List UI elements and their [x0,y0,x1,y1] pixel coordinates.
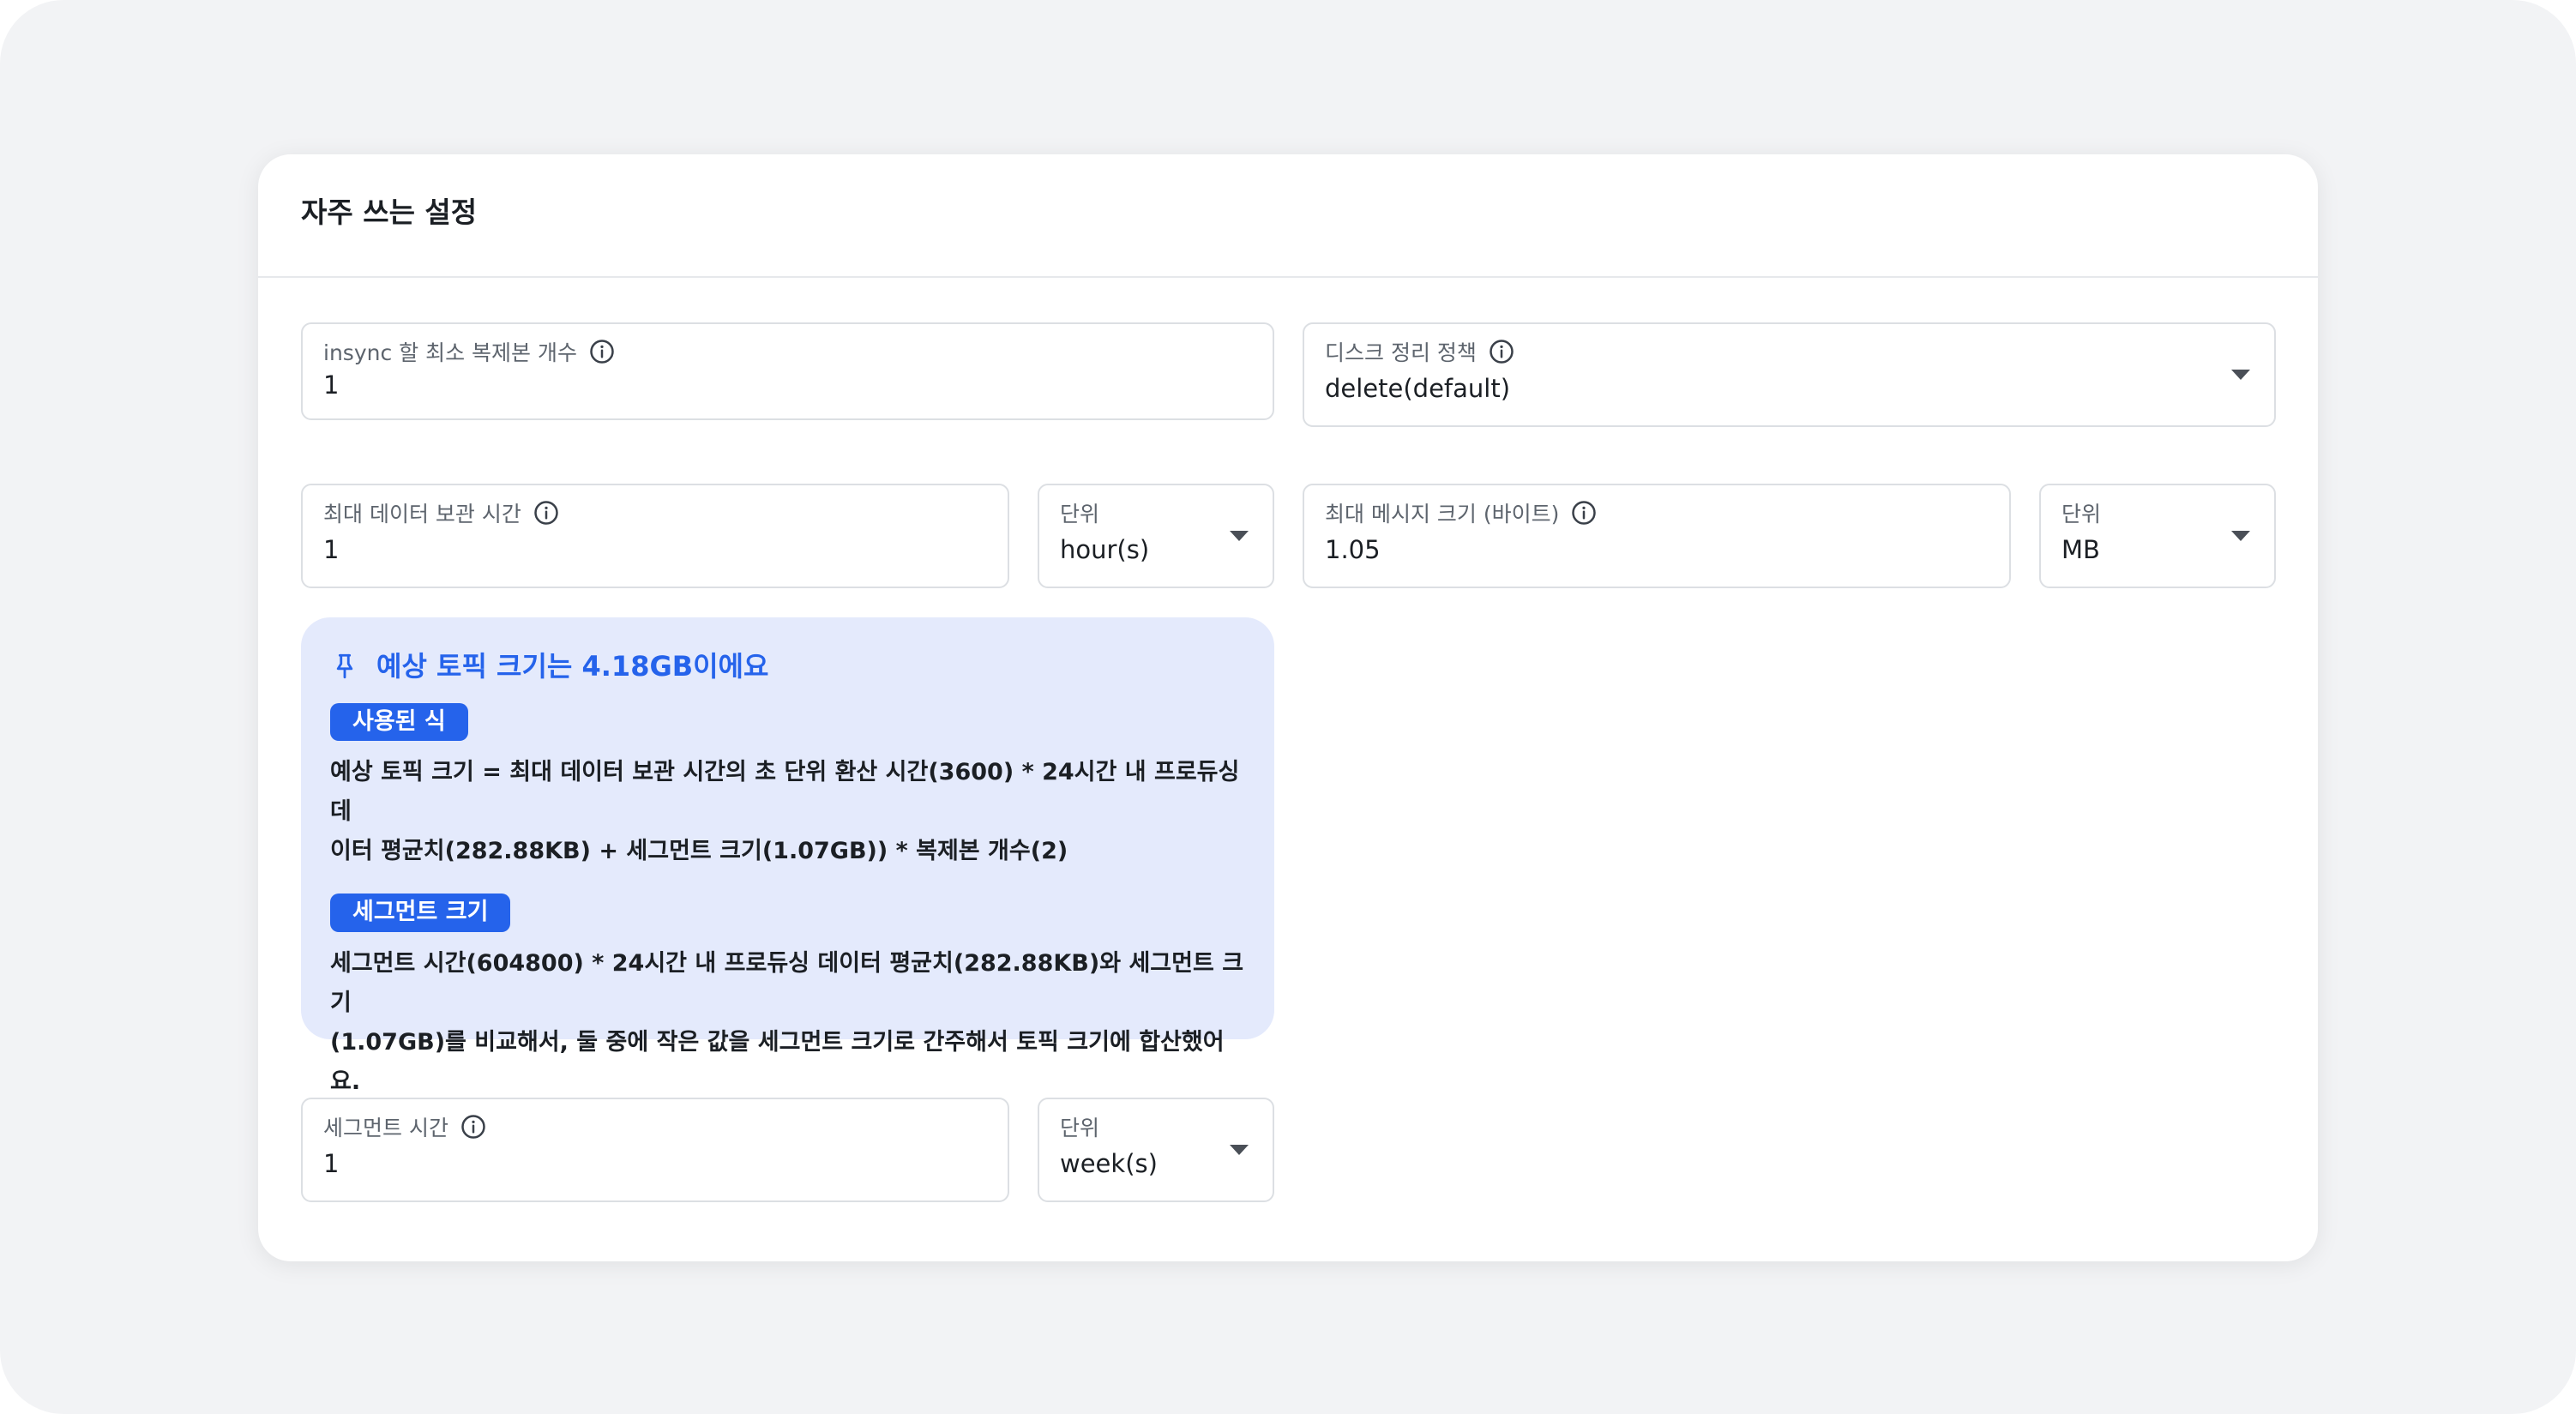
segment-line-2: (1.07GB)를 비교해서, 둘 중에 작은 값을 세그먼트 크기로 간주해서… [330,1028,1225,1095]
field-label-wrap: insync 할 최소 복제본 개수 [323,336,615,367]
field-label-wrap: 최대 데이터 보관 시간 [323,497,559,528]
pin-icon [330,652,359,681]
segment-size-badge: 세그먼트 크기 [330,894,511,932]
message-size-unit-label: 단위 [2061,502,2102,526]
retention-time-label: 최대 데이터 보관 시간 [323,502,521,526]
segment-time-label: 세그먼트 시간 [323,1116,448,1140]
cleanup-policy-label: 디스크 정리 정책 [1325,340,1477,365]
chevron-down-icon[interactable] [2231,531,2250,541]
segment-time-input[interactable]: 1 [323,1149,339,1178]
settings-card: 자주 쓰는 설정 insync 할 최소 복제본 개수 1 디스크 정리 정책 … [258,154,2318,1261]
chevron-down-icon[interactable] [2231,370,2250,380]
field-label-wrap: 디스크 정리 정책 [1325,336,1514,367]
max-message-size-label: 최대 메시지 크기 (바이트) [1325,502,1560,526]
segment-unit-value: week(s) [1060,1149,1158,1178]
chevron-down-icon[interactable] [1230,531,1249,541]
card-title: 자주 쓰는 설정 [301,196,478,229]
segment-unit-select[interactable]: 단위 week(s) [1038,1098,1274,1202]
message-size-unit-value: MB [2061,535,2100,564]
field-label-wrap: 단위 [1060,1111,1099,1142]
segment-unit-label: 단위 [1060,1116,1100,1140]
message-size-unit-select[interactable]: 단위 MB [2039,484,2276,588]
cleanup-policy-select[interactable]: 디스크 정리 정책 delete(default) [1303,322,2276,427]
field-label-wrap: 최대 메시지 크기 (바이트) [1325,497,1597,528]
segment-line-1: 세그먼트 시간(604800) * 24시간 내 프로듀싱 데이터 평균치(28… [330,949,1244,1016]
formula-text: 예상 토픽 크기 = 최대 데이터 보관 시간의 초 단위 환산 시간(3600… [330,753,1245,871]
field-label-wrap: 단위 [2061,497,2101,528]
min-insync-replicas-label: insync 할 최소 복제본 개수 [323,340,577,365]
field-label-wrap: 단위 [1060,497,1099,528]
retention-time-input[interactable]: 1 [323,535,339,564]
formula-line-1: 예상 토픽 크기 = 최대 데이터 보관 시간의 초 단위 환산 시간(3600… [330,759,1240,826]
callout-title: 예상 토픽 크기는 4.18GB이에요 [376,650,769,683]
retention-unit-select[interactable]: 단위 hour(s) [1038,484,1274,588]
card-divider [258,276,2318,278]
chevron-down-icon[interactable] [1230,1145,1249,1155]
info-icon[interactable] [460,1114,486,1140]
estimated-topic-size-callout: 예상 토픽 크기는 4.18GB이에요 사용된 식 예상 토픽 크기 = 최대 … [301,617,1274,1095]
segment-size-text: 세그먼트 시간(604800) * 24시간 내 프로듀싱 데이터 평균치(28… [330,944,1245,1102]
max-message-size-field[interactable]: 최대 메시지 크기 (바이트) 1.05 [1303,484,2011,588]
min-insync-replicas-field[interactable]: insync 할 최소 복제본 개수 1 [301,322,1274,420]
cleanup-policy-value: delete(default) [1325,374,1511,403]
info-icon[interactable] [1489,339,1514,364]
segment-time-field[interactable]: 세그먼트 시간 1 [301,1098,1009,1202]
info-icon[interactable] [589,339,615,364]
info-icon[interactable] [1571,500,1597,526]
retention-time-field[interactable]: 최대 데이터 보관 시간 1 [301,484,1009,588]
info-icon[interactable] [533,500,559,526]
formula-badge: 사용된 식 [330,703,468,742]
field-label-wrap: 세그먼트 시간 [323,1111,486,1142]
page-background: 자주 쓰는 설정 insync 할 최소 복제본 개수 1 디스크 정리 정책 … [0,0,2576,1414]
min-insync-replicas-input[interactable]: 1 [323,370,339,400]
callout-header: 예상 토픽 크기는 4.18GB이에요 [330,650,1245,683]
retention-unit-label: 단위 [1060,502,1100,526]
retention-unit-value: hour(s) [1060,535,1150,564]
formula-line-2: 이터 평균치(282.88KB) + 세그먼트 크기(1.07GB)) * 복제… [330,838,1068,865]
max-message-size-input[interactable]: 1.05 [1325,535,1381,564]
